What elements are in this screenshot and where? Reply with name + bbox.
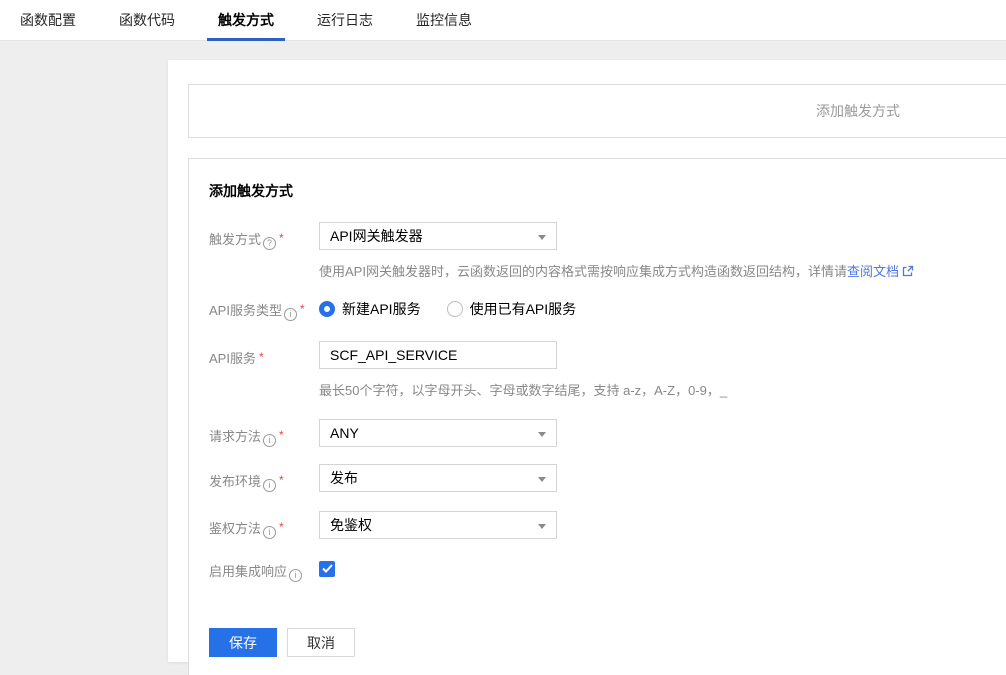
radio-selected-icon [319,301,335,317]
save-button[interactable]: 保存 [209,628,277,657]
trigger-method-label: 触发方式 [209,232,261,247]
info-icon[interactable]: i [263,479,276,492]
radio-label: 使用已有API服务 [470,299,577,319]
required-marker: * [279,473,284,487]
release-env-select[interactable]: 发布 [319,464,557,492]
request-method-value: ANY [330,425,359,441]
release-env-label: 发布环境 [209,474,261,489]
tab-label: 函数代码 [119,10,175,30]
auth-method-select[interactable]: 免鉴权 [319,511,557,539]
required-marker: * [300,302,305,316]
required-marker: * [279,428,284,442]
tab-run-logs[interactable]: 运行日志 [306,0,384,40]
chevron-down-icon [538,524,546,529]
function-tab-bar: 函数配置 函数代码 触发方式 运行日志 监控信息 [0,0,1006,41]
info-icon[interactable]: i [263,434,276,447]
field-api-service-type: API服务类型i* 新建API服务 使用已有API服务 [209,299,1003,321]
info-icon[interactable]: i [263,526,276,539]
tab-function-config[interactable]: 函数配置 [9,0,87,40]
field-trigger-method: 触发方式?* API网关触发器 使用API网关触发器时，云函数返回的内容格式需按… [209,222,1003,280]
trigger-method-value: API网关触发器 [330,226,423,246]
tab-label: 触发方式 [218,10,274,30]
trigger-list-header: 添加触发方式 [188,84,1006,138]
trigger-panel: 添加触发方式 添加触发方式 触发方式?* API网关触发器 使用API网关触发器… [168,60,1006,662]
radio-existing-api-service[interactable]: 使用已有API服务 [447,299,577,319]
scf-trigger-page: 函数配置 函数代码 触发方式 运行日志 监控信息 添加触发方式 添加触发方式 触… [0,0,1006,675]
api-service-help: 最长50个字符，以字母开头、字母或数字结尾，支持 a-z，A-Z，0-9，_ [319,380,1003,399]
required-marker: * [259,350,264,364]
help-icon[interactable]: ? [263,237,276,250]
tab-label: 监控信息 [416,10,472,30]
chevron-down-icon [538,432,546,437]
request-method-label: 请求方法 [209,429,261,444]
api-service-input[interactable] [319,341,557,369]
required-marker: * [279,231,284,245]
release-env-value: 发布 [330,468,358,488]
auth-method-label: 鉴权方法 [209,521,261,536]
tab-function-code[interactable]: 函数代码 [108,0,186,40]
add-trigger-form: 添加触发方式 触发方式?* API网关触发器 使用API网关触发器时，云函数返回… [188,158,1006,675]
tab-monitoring[interactable]: 监控信息 [405,0,483,40]
field-integrated-response: 启用集成响应i [209,560,1003,582]
integrated-response-checkbox[interactable] [319,561,335,577]
form-title: 添加触发方式 [209,181,1003,201]
trigger-method-select[interactable]: API网关触发器 [319,222,557,250]
required-marker: * [279,520,284,534]
add-trigger-button[interactable]: 添加触发方式 [816,101,900,121]
auth-method-value: 免鉴权 [330,515,372,535]
tab-label: 运行日志 [317,10,373,30]
api-service-type-label: API服务类型 [209,303,282,318]
tab-label: 函数配置 [20,10,76,30]
radio-new-api-service[interactable]: 新建API服务 [319,299,421,319]
integrated-response-label: 启用集成响应 [209,564,287,579]
api-service-label: API服务 [209,351,256,366]
radio-label: 新建API服务 [342,299,421,319]
trigger-method-help: 使用API网关触发器时，云函数返回的内容格式需按响应集成方式构造函数返回结构，详… [319,261,1003,280]
field-api-service: API服务* 最长50个字符，以字母开头、字母或数字结尾，支持 a-z，A-Z，… [209,341,1003,399]
chevron-down-icon [538,235,546,240]
cancel-button[interactable]: 取消 [287,628,355,657]
form-actions: 保存 取消 [209,628,1003,657]
tab-trigger-method[interactable]: 触发方式 [207,0,285,40]
radio-unselected-icon [447,301,463,317]
field-release-env: 发布环境i* 发布 [209,464,1003,492]
field-request-method: 请求方法i* ANY [209,419,1003,447]
view-docs-link[interactable]: 查阅文档 [847,264,899,279]
request-method-select[interactable]: ANY [319,419,557,447]
info-icon[interactable]: i [284,308,297,321]
external-link-icon[interactable] [902,265,914,280]
chevron-down-icon [538,477,546,482]
info-icon[interactable]: i [289,569,302,582]
field-auth-method: 鉴权方法i* 免鉴权 [209,511,1003,539]
